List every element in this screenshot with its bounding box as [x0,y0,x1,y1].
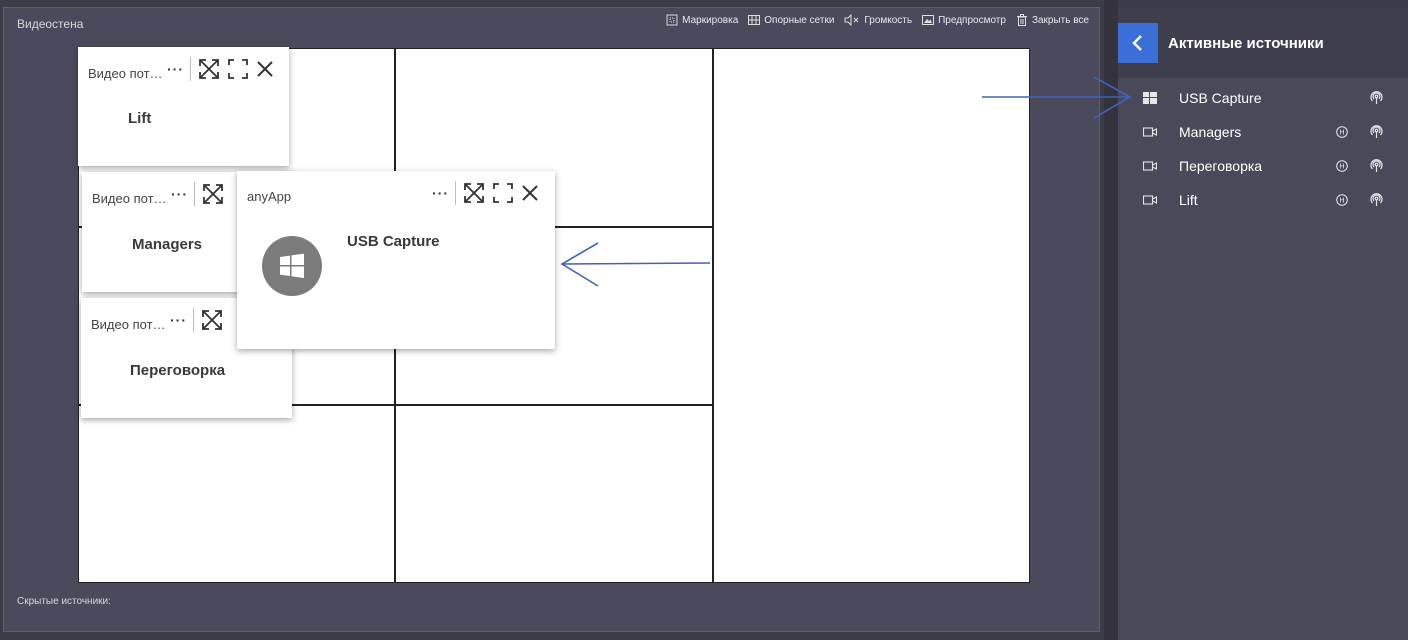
preview-label: Предпросмотр [938,14,1006,26]
volume-button[interactable]: Громкость [844,14,912,26]
source-name: USB Capture [347,233,440,250]
grid-icon [748,15,761,25]
source-name: Переговорка [130,362,226,379]
sidebar-header: Активные источники [1118,8,1408,78]
divider [193,308,194,332]
grids-button[interactable]: Опорные сетки [748,14,834,26]
sidebar-item-label: Переговорка [1179,158,1263,174]
window-title: Видео пот… [88,66,163,81]
broadcast-icon[interactable] [1370,193,1383,207]
sidebar-item-managers[interactable]: Managers H [1118,115,1408,149]
sidebar-item-label: Managers [1179,124,1242,140]
back-button[interactable] [1118,23,1158,63]
broadcast-icon[interactable] [1370,91,1383,105]
hide-h-icon[interactable]: H [1336,194,1348,206]
windows-logo-icon [262,236,322,296]
fullscreen-icon[interactable] [492,182,514,204]
sidebar-item-label: USB Capture [1179,90,1262,106]
divider [190,57,191,81]
more-options-icon[interactable]: ··· [171,187,188,201]
hide-h-icon[interactable]: H [1336,160,1348,172]
source-window-usb-capture[interactable]: anyApp ··· USB Capture [237,171,555,349]
video-camera-icon [1143,195,1157,205]
grids-label: Опорные сетки [764,14,835,26]
close-all-button[interactable]: Закрыть все [1016,14,1089,26]
close-icon[interactable] [520,183,540,203]
toolbar: Маркировка Опорные сетки Громкость Предп… [666,14,1089,26]
broadcast-icon[interactable] [1370,125,1383,139]
markup-button[interactable]: Маркировка [666,14,738,26]
more-options-icon[interactable] [1404,159,1408,173]
expand-icon[interactable] [197,57,221,81]
close-all-label: Закрыть все [1031,14,1089,26]
more-options-icon[interactable] [1404,125,1408,139]
svg-text:H: H [1339,163,1344,171]
source-name: Lift [128,110,152,127]
expand-icon[interactable] [462,181,486,205]
sidebar-item-peregovorka[interactable]: Переговорка H [1118,149,1408,183]
source-name: Managers [132,236,203,253]
chevron-left-icon [1132,35,1142,51]
more-options-icon[interactable] [1404,193,1408,207]
panel-title: Видеостена [17,17,84,31]
window-title: Видео пот… [91,317,166,332]
more-options-icon[interactable]: ··· [170,313,187,327]
svg-text:H: H [1339,197,1344,205]
markup-icon [666,14,678,26]
svg-text:H: H [1339,129,1344,137]
broadcast-icon[interactable] [1370,159,1383,173]
sidebar-item-label: Lift [1179,192,1198,208]
volume-label: Громкость [864,14,913,26]
grid-line-vertical [712,49,714,582]
video-camera-icon [1143,127,1157,137]
divider [455,181,456,205]
hide-h-icon[interactable]: H [1336,126,1348,138]
more-options-icon[interactable]: ··· [432,186,449,200]
window-title: anyApp [247,189,292,204]
preview-button[interactable]: Предпросмотр [922,14,1006,26]
active-sources-sidebar: Активные источники USB Capture Managers … [1118,8,1408,640]
more-options-icon[interactable] [1404,91,1408,105]
fullscreen-icon[interactable] [227,58,249,80]
close-icon[interactable] [255,59,275,79]
sidebar-item-usb-capture[interactable]: USB Capture [1118,81,1408,115]
markup-label: Маркировка [682,14,739,26]
windows-icon [1143,92,1157,104]
expand-icon[interactable] [200,308,224,332]
video-camera-icon [1143,161,1157,171]
panel-splitter[interactable] [1104,0,1118,640]
muted-speaker-icon [844,14,859,26]
window-title: Видео пот… [92,191,167,206]
sidebar-item-lift[interactable]: Lift H [1118,183,1408,217]
more-options-icon[interactable]: ··· [167,62,184,76]
expand-icon[interactable] [201,182,225,206]
source-window-lift[interactable]: Видео пот… ··· Lift [78,47,289,166]
trash-icon [1016,14,1027,26]
image-preview-icon [922,15,935,25]
sidebar-title: Активные источники [1168,35,1324,52]
hidden-sources-label: Скрытые источники: [17,596,111,607]
divider [194,182,195,206]
